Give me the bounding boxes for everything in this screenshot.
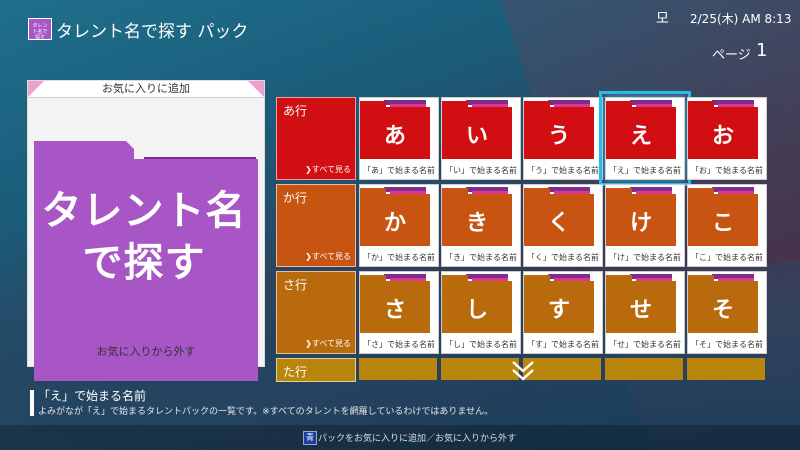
row-header-title: か行: [283, 191, 308, 205]
page-title: タレント名で探す パック: [56, 22, 249, 42]
kana-tile-caption: 「か」で始まる名前: [363, 253, 435, 262]
kana-label: き: [465, 211, 488, 236]
kana-tile-caption: 「え」で始まる名前: [609, 166, 681, 175]
kana-tile[interactable]: あ「あ」で始まる名前: [359, 97, 439, 180]
blue-button-icon: 青: [303, 431, 317, 445]
kana-tile[interactable]: す「す」で始まる名前: [523, 271, 603, 354]
kana-tile-partial[interactable]: [605, 358, 683, 380]
kana-tile[interactable]: う「う」で始まる名前: [523, 97, 603, 180]
kana-tile[interactable]: い「い」で始まる名前: [441, 97, 521, 180]
row-header-title: た行: [283, 365, 308, 379]
kana-label: さ: [383, 298, 406, 323]
footer-hint-bar: 青 パックをお気に入りに追加／お気に入りから外す: [0, 425, 800, 450]
see-all-link[interactable]: ❯すべて見る: [305, 251, 351, 262]
kana-tile-caption: 「け」で始まる名前: [609, 253, 681, 262]
kana-label: そ: [711, 298, 734, 323]
kana-tile-partial[interactable]: [687, 358, 765, 380]
kana-tile[interactable]: く「く」で始まる名前: [523, 184, 603, 267]
favorite-card-title-line1: タレント名: [41, 188, 247, 234]
row-header[interactable]: あ行 ❯すべて見る: [276, 97, 356, 180]
remove-favorite-label: お気に入りから外す: [96, 345, 196, 358]
kana-tile[interactable]: か「か」で始まる名前: [359, 184, 439, 267]
kana-tile-caption: 「し」で始まる名前: [445, 340, 517, 349]
row-header[interactable]: か行 ❯すべて見る: [276, 184, 356, 267]
kana-tile-caption: 「こ」で始まる名前: [691, 253, 763, 262]
info-accent-bar: [30, 390, 34, 416]
kana-tile-caption: 「あ」で始まる名前: [363, 166, 435, 175]
kana-label: え: [629, 124, 652, 149]
kana-label: お: [711, 124, 734, 149]
kana-tile-caption: 「う」で始まる名前: [527, 166, 599, 175]
user-icon: 모: [656, 11, 669, 27]
add-favorite-label-bar: お気に入りに追加: [28, 81, 264, 98]
page-label: ページ: [712, 48, 751, 63]
row-header[interactable]: た行: [276, 358, 356, 382]
kana-tile[interactable]: き「き」で始まる名前: [441, 184, 521, 267]
kana-label: す: [547, 298, 570, 323]
page-number: 1: [756, 40, 768, 61]
kana-tile[interactable]: お「お」で始まる名前: [687, 97, 767, 180]
kana-label: あ: [383, 124, 406, 149]
kana-tile-partial[interactable]: [359, 358, 437, 380]
kana-label: か: [383, 211, 406, 236]
kana-tile-caption: 「せ」で始まる名前: [609, 340, 681, 349]
kana-label: く: [547, 211, 570, 236]
chevron-down-icon[interactable]: [510, 360, 536, 388]
kana-tile-caption: 「き」で始まる名前: [445, 253, 517, 262]
kana-tile[interactable]: け「け」で始まる名前: [605, 184, 685, 267]
kana-tile-caption: 「す」で始まる名前: [527, 340, 599, 349]
kana-label: こ: [711, 211, 734, 236]
kana-label: し: [465, 298, 488, 323]
app-icon: タレント名で探す: [28, 18, 52, 41]
row-header[interactable]: さ行 ❯すべて見る: [276, 271, 356, 354]
kana-label: う: [547, 124, 570, 149]
favorite-pack-card[interactable]: お気に入りに追加 タレント名 で探す お気に入りから外す: [27, 80, 265, 381]
info-title: 「え」で始まる名前: [38, 389, 147, 403]
kana-tile[interactable]: そ「そ」で始まる名前: [687, 271, 767, 354]
favorite-card-title-line2: で探す: [82, 240, 206, 286]
row-header-title: あ行: [283, 104, 308, 118]
kana-tile-caption: 「い」で始まる名前: [445, 166, 517, 175]
kana-tile-caption: 「そ」で始まる名前: [691, 340, 763, 349]
kana-label: け: [629, 211, 652, 236]
clock: 2/25(木) AM 8:13: [690, 12, 792, 26]
info-description: よみがなが「え」で始まるタレントパックの一覧です。※すべてのタレントを網羅してい…: [38, 407, 494, 417]
kana-tile[interactable]: え「え」で始まる名前: [599, 91, 691, 186]
kana-tile-caption: 「さ」で始まる名前: [363, 340, 435, 349]
kana-tile[interactable]: こ「こ」で始まる名前: [687, 184, 767, 267]
kana-tile[interactable]: し「し」で始まる名前: [441, 271, 521, 354]
kana-label: い: [465, 124, 488, 149]
footer-hint-text: パックをお気に入りに追加／お気に入りから外す: [318, 434, 517, 444]
kana-tile-caption: 「く」で始まる名前: [527, 253, 599, 262]
kana-tile-partial[interactable]: [441, 358, 519, 380]
add-favorite-label: お気に入りに追加: [102, 82, 190, 95]
corner-decoration: [248, 81, 264, 97]
kana-label: せ: [629, 298, 652, 323]
row-header-title: さ行: [283, 278, 308, 292]
corner-decoration: [28, 81, 44, 97]
header: タレント名で探す タレント名で探す パック 모 2/25(木) AM 8:13 …: [0, 0, 800, 63]
favorite-card-title: タレント名 で探す: [34, 185, 254, 289]
kana-tile[interactable]: せ「せ」で始まる名前: [605, 271, 685, 354]
see-all-link[interactable]: ❯すべて見る: [305, 338, 351, 349]
kana-tile-caption: 「お」で始まる名前: [691, 166, 763, 175]
see-all-link[interactable]: ❯すべて見る: [305, 164, 351, 175]
app-icon-label: タレント名で探す: [32, 23, 48, 41]
kana-tile[interactable]: さ「さ」で始まる名前: [359, 271, 439, 354]
